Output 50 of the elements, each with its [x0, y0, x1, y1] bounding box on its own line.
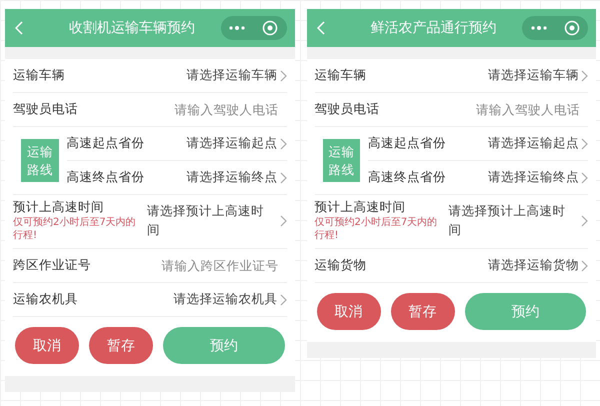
back-icon[interactable] [15, 21, 23, 35]
field-label: 运输农机具 [13, 291, 78, 308]
route-badge: 运输路线 [21, 139, 58, 182]
page-title: 收割机运输车辆预约 [68, 19, 196, 37]
field-label: 高速起点省份 [66, 135, 144, 152]
field-label: 驾驶员电话 [314, 101, 380, 118]
input-field[interactable]: 请输入驾驶人电话 [128, 102, 286, 117]
field-label: 运输车辆 [13, 67, 65, 84]
chevron-right-icon [581, 70, 588, 82]
select-value[interactable]: 请选择预计上高速时间 [448, 202, 575, 240]
select-value[interactable]: 请选择运输终点 [488, 169, 579, 186]
field-label: 高速终点省份 [66, 169, 144, 186]
field-label: 跨区作业证号 [13, 257, 91, 274]
save-button[interactable]: 暂存 [390, 293, 454, 330]
input-field[interactable]: 请输入驾驶人电话 [430, 102, 588, 117]
cancel-button[interactable]: 取消 [15, 327, 79, 364]
select-value[interactable]: 请选择运输车辆 [186, 67, 278, 84]
back-icon[interactable] [316, 21, 324, 35]
hint-text: 仅可预约2小时后至7天内的行程! [13, 216, 137, 242]
select-value[interactable]: 请选择运输终点 [186, 169, 278, 186]
chevron-right-icon [581, 214, 588, 226]
input-field[interactable]: 请输入跨区作业证号 [128, 258, 286, 273]
select-value[interactable]: 请选择运输货物 [488, 257, 579, 274]
field-label: 预计上高速时间 [314, 199, 406, 216]
chevron-right-icon [280, 70, 286, 82]
chevron-right-icon [280, 294, 286, 306]
select-value[interactable]: 请选择运输起点 [186, 135, 278, 152]
hint-text: 仅可预约2小时后至7天内的行程! [314, 216, 438, 242]
select-value[interactable]: 请选择运输起点 [488, 135, 579, 152]
chevron-right-icon [581, 138, 588, 150]
save-button[interactable]: 暂存 [89, 327, 153, 364]
more-icon[interactable] [229, 26, 245, 30]
select-value[interactable]: 请选择预计上高速时间 [147, 202, 274, 240]
field-label: 运输车辆 [314, 67, 366, 84]
field-label: 高速起点省份 [368, 135, 446, 152]
field-label: 运输货物 [314, 257, 366, 274]
chevron-right-icon [280, 214, 286, 226]
field-label: 预计上高速时间 [13, 199, 105, 216]
field-label: 驾驶员电话 [13, 101, 78, 118]
page-title: 鲜活农产品通行预约 [369, 19, 498, 37]
select-value[interactable]: 请选择运输农机具 [174, 291, 278, 308]
chevron-right-icon [581, 172, 588, 184]
more-icon[interactable] [530, 26, 546, 30]
field-label: 高速终点省份 [368, 169, 446, 186]
route-badge: 运输路线 [322, 139, 360, 182]
select-value[interactable]: 请选择运输车辆 [488, 67, 579, 84]
chevron-right-icon [280, 138, 286, 150]
cancel-button[interactable]: 取消 [316, 293, 380, 330]
chevron-right-icon [280, 172, 286, 184]
chevron-right-icon [581, 260, 588, 272]
